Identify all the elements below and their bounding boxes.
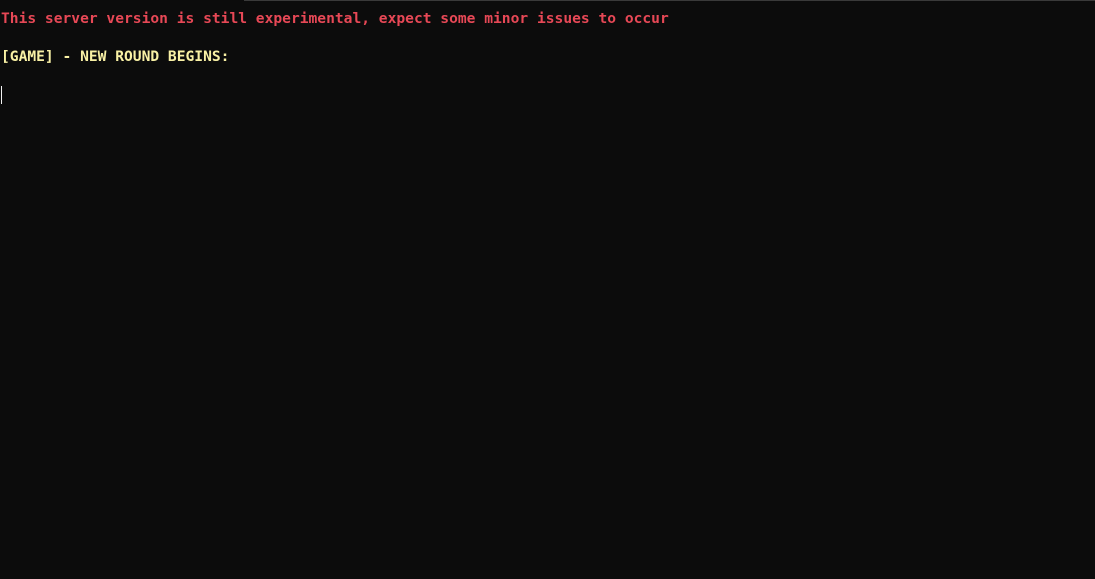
window-top-border (244, 0, 1095, 1)
game-round-message: [GAME] - NEW ROUND BEGINS: (1, 48, 230, 65)
terminal-window[interactable]: This server version is still experimenta… (0, 0, 1095, 579)
text-cursor (1, 86, 2, 104)
server-warning-message: This server version is still experimenta… (1, 10, 669, 27)
